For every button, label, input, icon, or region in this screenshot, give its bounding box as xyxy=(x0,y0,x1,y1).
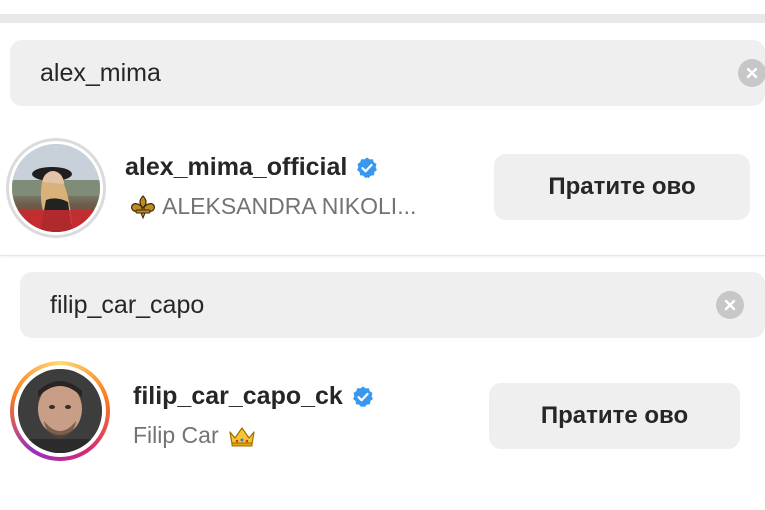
search-bar[interactable]: filip_car_capo xyxy=(20,272,765,338)
follow-button[interactable]: Пратите ово xyxy=(494,154,750,220)
top-divider xyxy=(0,14,765,23)
avatar[interactable] xyxy=(6,138,106,238)
search-bar[interactable]: alex_mima xyxy=(10,40,765,106)
crown-icon xyxy=(229,426,255,446)
clear-search-icon[interactable] xyxy=(716,291,744,319)
account-username[interactable]: filip_car_capo_ck xyxy=(133,382,375,411)
username-text[interactable]: filip_car_capo_ck xyxy=(133,382,343,411)
follow-button[interactable]: Пратите ово xyxy=(489,383,740,449)
verified-badge-icon xyxy=(352,386,373,407)
fleur-de-lis-icon xyxy=(131,194,155,219)
account-display-name: ALEKSANDRA NIKOLI... xyxy=(128,193,416,220)
clear-search-icon[interactable] xyxy=(738,59,765,87)
username-text[interactable]: alex_mima_official xyxy=(125,153,347,182)
account-display-name: Filip Car xyxy=(133,422,257,449)
display-name-text: ALEKSANDRA NIKOLI... xyxy=(162,193,417,219)
avatar-story-ring[interactable] xyxy=(10,361,110,461)
display-name-text: Filip Car xyxy=(133,422,219,448)
search-input[interactable]: filip_car_capo xyxy=(50,291,765,320)
search-input[interactable]: alex_mima xyxy=(40,59,765,88)
account-username[interactable]: alex_mima_official xyxy=(125,153,379,182)
verified-badge-icon xyxy=(357,157,378,178)
